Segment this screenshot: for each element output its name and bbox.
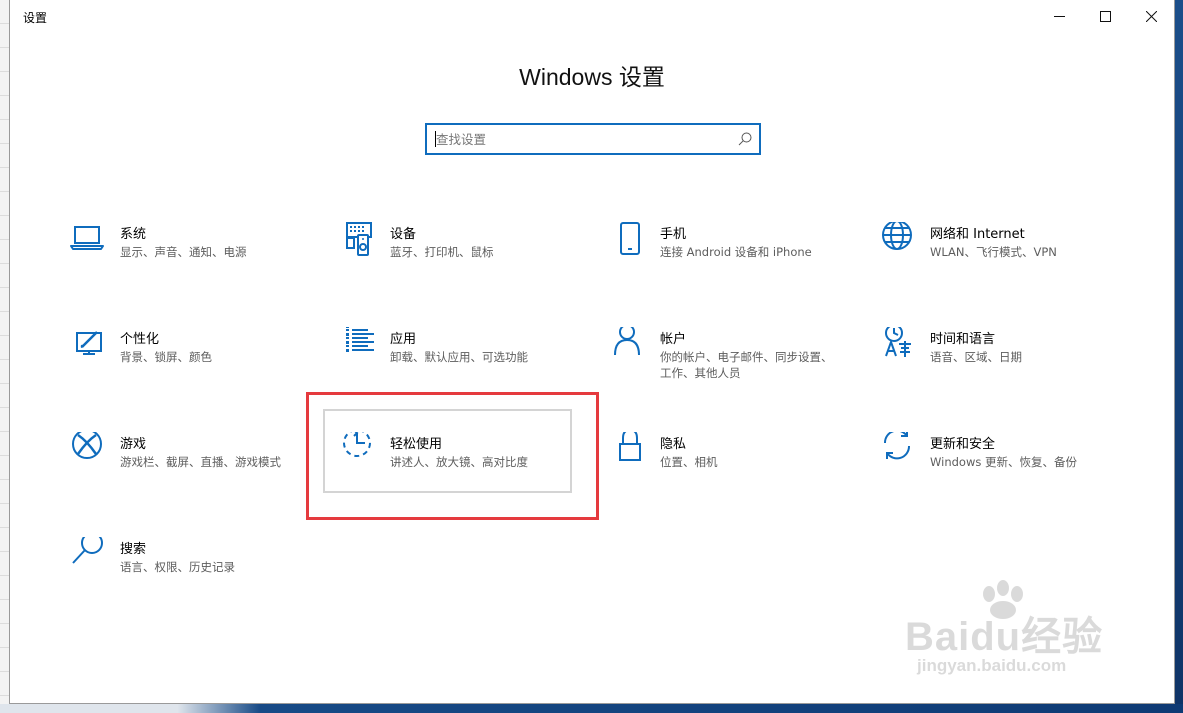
devices-icon <box>346 222 372 256</box>
category-label: 应用 <box>390 332 417 347</box>
category-phone[interactable]: 手机 连接 Android 设备和 iPhone <box>609 222 859 312</box>
personalization-icon <box>76 331 102 355</box>
category-description: 卸载、默认应用、可选功能 <box>390 350 528 364</box>
watermark-brand: Baidu经验 <box>905 615 1104 659</box>
globe-icon <box>882 222 912 250</box>
category-accounts[interactable]: 帐户 你的帐户、电子邮件、同步设置、工作、其他人员 <box>609 327 859 417</box>
category-description: 语言、权限、历史记录 <box>120 560 235 574</box>
category-label: 时间和语言 <box>930 332 996 347</box>
title-bar[interactable]: 设置 <box>10 0 1174 32</box>
category-devices[interactable]: 设备 蓝牙、打印机、鼠标 <box>339 222 589 312</box>
category-personalization[interactable]: 个性化 背景、锁屏、颜色 <box>69 327 319 417</box>
category-label: 个性化 <box>120 332 160 347</box>
category-label: 网络和 Internet <box>930 227 1025 242</box>
search-icon[interactable] <box>737 131 753 147</box>
watermark-url: jingyan.baidu.com <box>917 656 1067 675</box>
category-gaming[interactable]: 游戏 游戏栏、截屏、直播、游戏模式 <box>69 432 319 522</box>
apps-list-icon <box>346 327 374 352</box>
category-search[interactable]: 搜索 语言、权限、历史记录 <box>69 537 319 627</box>
category-label: 设备 <box>390 227 417 242</box>
laptop-icon <box>70 226 104 250</box>
category-description: 语音、区域、日期 <box>930 350 1022 364</box>
text-caret <box>435 131 436 147</box>
category-privacy[interactable]: 隐私 位置、相机 <box>609 432 859 522</box>
category-description: WLAN、飞行模式、VPN <box>930 245 1057 259</box>
category-description: 位置、相机 <box>660 455 718 469</box>
person-icon <box>614 327 640 356</box>
magnifier-icon <box>72 537 103 564</box>
category-description: 背景、锁屏、颜色 <box>120 350 212 364</box>
search-box[interactable] <box>425 123 761 155</box>
category-description: Windows 更新、恢复、备份 <box>930 455 1077 469</box>
settings-window: 设置 Windows 设置 系统 显示、声音、通知、电源 <box>9 0 1175 704</box>
category-label: 更新和安全 <box>930 437 996 452</box>
category-description: 显示、声音、通知、电源 <box>120 245 247 259</box>
close-button[interactable] <box>1128 0 1174 32</box>
annotation-highlight-box <box>306 392 599 520</box>
background-app-edge <box>0 0 9 713</box>
category-description: 蓝牙、打印机、鼠标 <box>390 245 494 259</box>
category-label: 隐私 <box>660 437 687 452</box>
time-language-icon <box>885 327 911 357</box>
category-update-security[interactable]: 更新和安全 Windows 更新、恢复、备份 <box>879 432 1129 522</box>
category-description: 连接 Android 设备和 iPhone <box>660 245 812 259</box>
category-description: 你的帐户、电子邮件、同步设置、工作、其他人员 <box>660 350 833 380</box>
category-label: 游戏 <box>120 437 147 452</box>
category-label: 帐户 <box>660 332 687 347</box>
close-icon <box>1145 10 1157 22</box>
category-network[interactable]: 网络和 Internet WLAN、飞行模式、VPN <box>879 222 1129 312</box>
taskbar-edge <box>0 704 1183 713</box>
search-input[interactable] <box>428 126 728 152</box>
maximize-icon <box>1099 10 1111 22</box>
lock-icon <box>619 432 641 461</box>
paw-logo-icon <box>983 580 1023 619</box>
category-time-language[interactable]: 时间和语言 语音、区域、日期 <box>879 327 1129 417</box>
category-description: 游戏栏、截屏、直播、游戏模式 <box>120 455 281 469</box>
category-label: 手机 <box>660 227 687 242</box>
maximize-button[interactable] <box>1082 0 1128 32</box>
category-label: 搜索 <box>120 542 147 557</box>
category-system[interactable]: 系统 显示、声音、通知、电源 <box>69 222 319 312</box>
phone-icon <box>620 222 640 255</box>
watermark: Baidu经验 jingyan.baidu.com <box>905 580 1135 690</box>
desktop-background <box>1175 0 1183 713</box>
update-sync-icon <box>883 432 911 460</box>
category-label: 系统 <box>120 227 147 242</box>
minimize-icon <box>1053 15 1065 17</box>
window-title: 设置 <box>23 11 48 25</box>
page-title: Windows 设置 <box>519 64 665 90</box>
xbox-icon <box>72 432 102 459</box>
minimize-button[interactable] <box>1036 0 1082 32</box>
